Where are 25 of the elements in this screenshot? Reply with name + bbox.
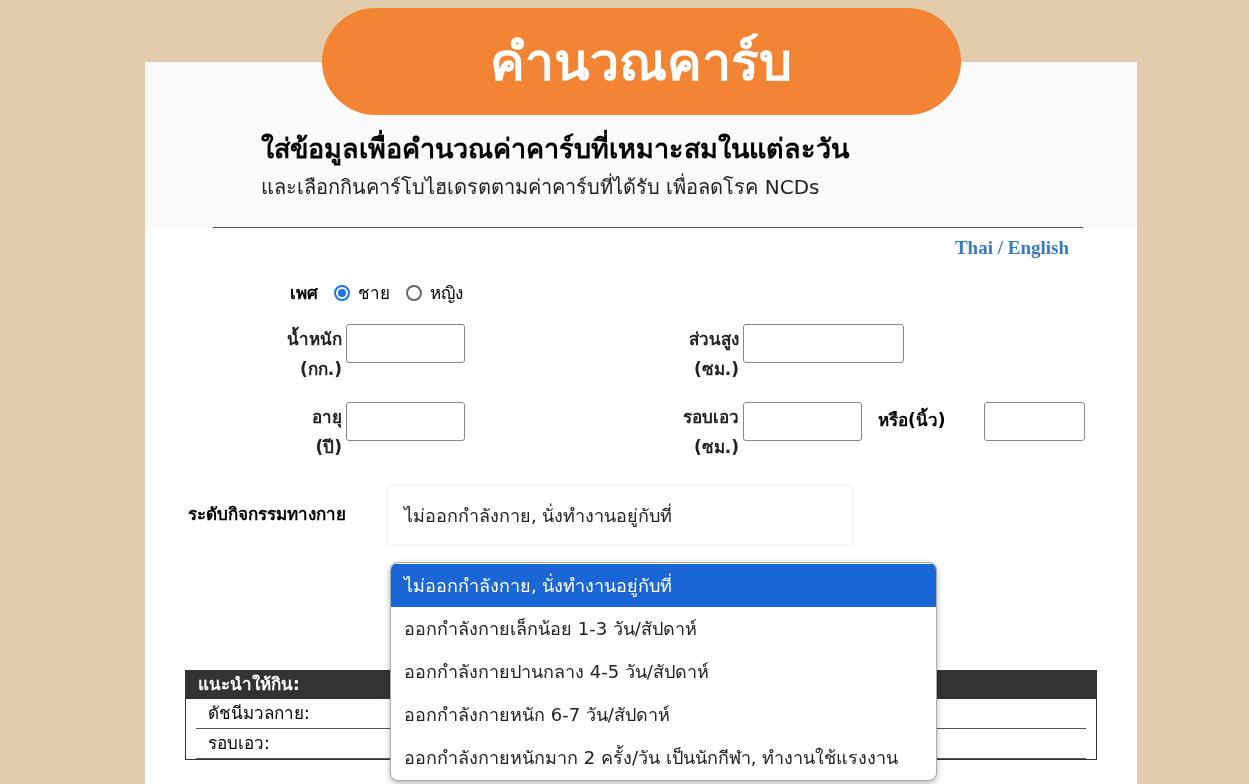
field-label: ส่วนสูง (689, 328, 739, 353)
dropdown-option[interactable]: ไม่ออกกำลังกาย, นั่งทำงานอยู่กับที่ (391, 564, 936, 607)
unit-label: (ปี) (315, 436, 342, 459)
unit-label: (ซม.) (694, 358, 739, 381)
input-field[interactable] (743, 402, 862, 441)
input-field[interactable] (743, 324, 904, 363)
subline: และเลือกกินคาร์โบไฮเดรตตามค่าคาร์บที่ได้รับ เพื่อลดโรค NCDs (261, 172, 821, 201)
activity-label: ระดับกิจกรรมทางกาย (188, 503, 347, 527)
input-field[interactable] (346, 402, 465, 441)
radio-label: หญิง (430, 281, 463, 305)
field-label: หรือ(นิ้ว) (878, 408, 968, 434)
field-label: รอบเอว (683, 406, 739, 429)
banner-title: คำนวณคาร์บ (321, 8, 961, 115)
sex-label: เพศ (290, 281, 318, 305)
field-label: อายุ (312, 406, 342, 430)
unit-label: (กก.) (300, 358, 342, 381)
input-field[interactable] (346, 324, 465, 363)
headline: ใส่ข้อมูลเพื่อคำนวณค่าคาร์บที่เหมาะสมในแต่ละวัน (261, 129, 1076, 170)
unit-label: (ซม.) (694, 436, 739, 459)
field-label: น้ำหนัก (287, 324, 342, 354)
activity-select[interactable]: ไม่ออกกำลังกาย, นั่งทำงานอยู่กับที่ (388, 486, 852, 544)
input-field[interactable] (984, 402, 1085, 441)
radio-label: ชาย (358, 281, 390, 305)
language-link[interactable]: Thai / English (954, 234, 1069, 263)
dropdown-option[interactable]: ออกกำลังกายเล็กน้อย 1-3 วัน/สัปดาห์ (391, 607, 936, 650)
